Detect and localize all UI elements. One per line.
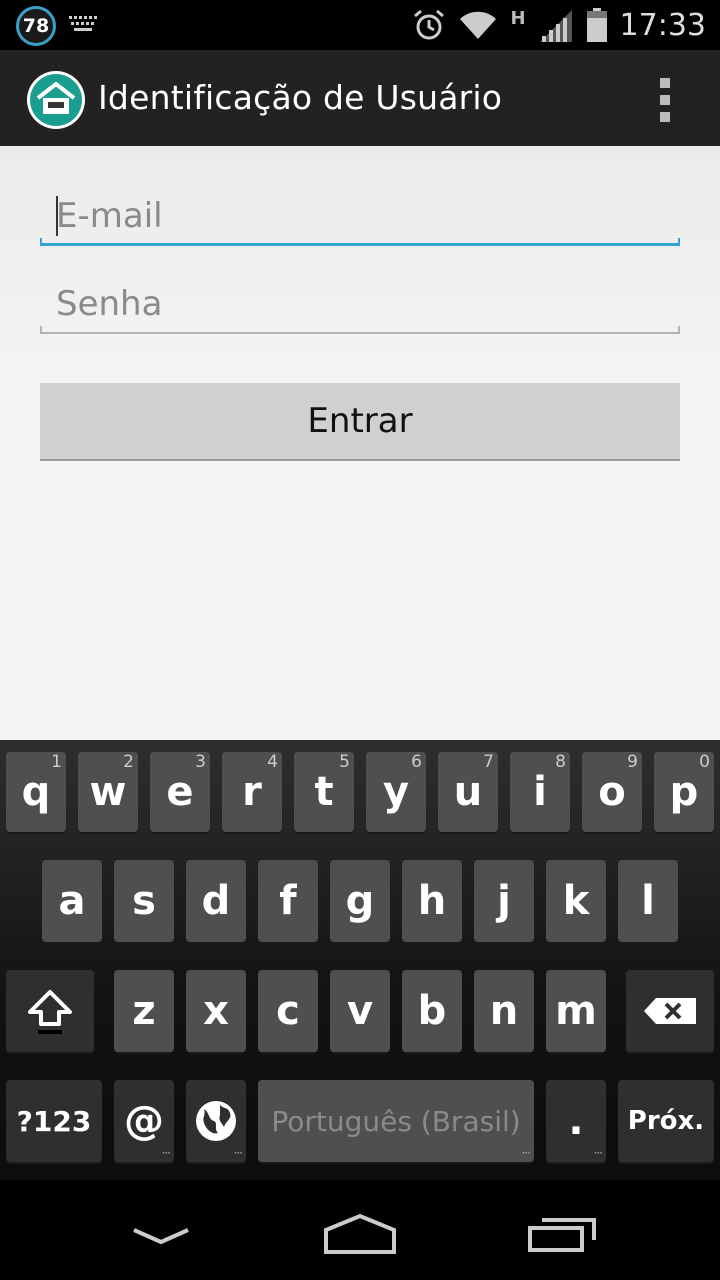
soft-keyboard: q1 w2 e3 r4 t5 y6 u7 i8 o9 p0 a s d f g … [0, 740, 720, 1180]
globe-icon [196, 1101, 236, 1141]
more-options-dots: ··· [521, 1146, 532, 1160]
email-field[interactable] [40, 186, 680, 246]
email-field-container [40, 186, 680, 246]
shift-key[interactable] [6, 970, 94, 1052]
navigation-bar [0, 1180, 720, 1280]
at-key[interactable]: @ ··· [114, 1080, 174, 1162]
page-title: Identificação de Usuário [98, 78, 503, 117]
key-g[interactable]: g [330, 860, 390, 942]
key-n[interactable]: n [474, 970, 534, 1052]
key-f[interactable]: f [258, 860, 318, 942]
password-field[interactable] [40, 274, 680, 334]
key-d[interactable]: d [186, 860, 246, 942]
email-underline [40, 238, 680, 246]
password-underline [40, 326, 680, 334]
backspace-key[interactable] [626, 970, 714, 1052]
more-options-dots: ··· [161, 1146, 172, 1160]
key-k[interactable]: k [546, 860, 606, 942]
key-h[interactable]: h [402, 860, 462, 942]
key-j[interactable]: j [474, 860, 534, 942]
key-b[interactable]: b [402, 970, 462, 1052]
key-y[interactable]: y6 [366, 752, 426, 832]
battery-icon [586, 8, 608, 42]
status-bar: 78 H 17:33 [0, 0, 720, 50]
recent-apps-icon[interactable] [526, 1214, 598, 1258]
shift-arrow-icon [28, 990, 72, 1034]
login-form: Entrar [0, 146, 720, 740]
wifi-icon [458, 9, 498, 41]
overflow-menu-icon[interactable] [650, 78, 680, 122]
key-c[interactable]: c [258, 970, 318, 1052]
period-key[interactable]: . ··· [546, 1080, 606, 1162]
key-a[interactable]: a [42, 860, 102, 942]
home-icon[interactable] [26, 70, 86, 130]
key-x[interactable]: x [186, 970, 246, 1052]
password-field-container [40, 274, 680, 334]
keyboard-status-icon [68, 14, 98, 34]
key-v[interactable]: v [330, 970, 390, 1052]
key-m[interactable]: m [546, 970, 606, 1052]
network-type: H [510, 7, 526, 29]
next-key[interactable]: Próx. [618, 1080, 714, 1162]
key-w[interactable]: w2 [78, 752, 138, 832]
key-o[interactable]: o9 [582, 752, 642, 832]
symbols-key[interactable]: ?123 [6, 1080, 102, 1162]
key-u[interactable]: u7 [438, 752, 498, 832]
hide-keyboard-icon[interactable] [130, 1226, 192, 1250]
action-bar: Identificação de Usuário [0, 50, 720, 146]
key-z[interactable]: z [114, 970, 174, 1052]
text-caret [56, 196, 58, 236]
more-options-dots: ··· [593, 1146, 604, 1160]
backspace-icon [644, 998, 696, 1024]
status-time: 17:33 [619, 7, 706, 43]
key-r[interactable]: r4 [222, 752, 282, 832]
login-button[interactable]: Entrar [40, 383, 680, 461]
key-i[interactable]: i8 [510, 752, 570, 832]
key-p[interactable]: p0 [654, 752, 714, 832]
space-key[interactable]: Português (Brasil) ··· [258, 1080, 534, 1162]
key-s[interactable]: s [114, 860, 174, 942]
alarm-icon [412, 8, 446, 42]
home-nav-icon[interactable] [322, 1212, 398, 1260]
key-e[interactable]: e3 [150, 752, 210, 832]
key-t[interactable]: t5 [294, 752, 354, 832]
notification-badge: 78 [16, 6, 56, 46]
key-q[interactable]: q1 [6, 752, 66, 832]
language-key[interactable]: ··· [186, 1080, 246, 1162]
key-l[interactable]: l [618, 860, 678, 942]
signal-icon [538, 8, 574, 42]
more-options-dots: ··· [233, 1146, 244, 1160]
